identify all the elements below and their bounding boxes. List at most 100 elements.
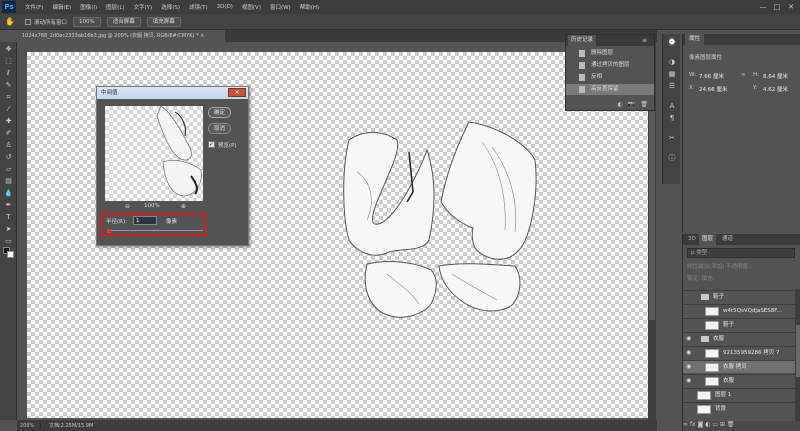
eyedropper-tool-icon[interactable]: ⁄ bbox=[3, 104, 14, 114]
layer-row[interactable]: 鞋子 bbox=[683, 318, 795, 331]
menu-file[interactable]: 文件(F) bbox=[25, 3, 43, 11]
stamp-tool-icon[interactable]: ♙ bbox=[3, 140, 14, 150]
history-panel-icon[interactable]: ⌚ bbox=[667, 38, 677, 47]
visibility-eye-icon[interactable]: ◉ bbox=[686, 363, 691, 370]
layers-footer[interactable]: ∞ fx ◙ ◐ ▭ ⊞ 🗑 bbox=[683, 421, 800, 431]
menu-layer[interactable]: 图层(L) bbox=[106, 3, 124, 11]
tab-channels[interactable]: 通道 bbox=[719, 234, 736, 245]
tab-3d[interactable]: 3D bbox=[685, 234, 699, 245]
layer-group-row[interactable]: ◉ 衣服 bbox=[683, 332, 795, 345]
preview-checkbox[interactable]: ✓ bbox=[208, 141, 215, 148]
menu-type[interactable]: 文字(Y) bbox=[134, 3, 153, 11]
zoom-level[interactable]: 200% bbox=[17, 422, 41, 429]
y-value[interactable]: 4.62 厘米 bbox=[763, 85, 788, 93]
visibility-eye-icon[interactable]: ◉ bbox=[686, 335, 691, 342]
history-item-active[interactable]: 高反差保留 bbox=[566, 84, 654, 95]
menu-edit[interactable]: 编辑(E) bbox=[52, 3, 71, 11]
layer-group-row[interactable]: 鞋子 bbox=[683, 290, 795, 303]
width-value[interactable]: 7.66 厘米 bbox=[699, 72, 724, 80]
adjustments-panel-icon[interactable]: ☰ bbox=[667, 82, 677, 91]
layer-row[interactable]: ◉ 衣服 拷贝 bbox=[683, 360, 795, 373]
tool-presets-icon[interactable]: ✂ bbox=[667, 134, 677, 143]
history-item[interactable]: 反相 bbox=[566, 72, 654, 83]
lock-row[interactable]: 锁定: 填充: bbox=[687, 274, 795, 284]
layers-scrollbar[interactable] bbox=[795, 289, 800, 421]
layer-name: 92135959286 拷贝 7 bbox=[723, 350, 780, 356]
menu-3d[interactable]: 3D(D) bbox=[217, 4, 233, 10]
shape-tool-icon[interactable]: ▭ bbox=[3, 236, 14, 246]
link-icon[interactable]: ∞ bbox=[741, 72, 746, 78]
menu-select[interactable]: 选择(S) bbox=[161, 3, 180, 11]
height-value[interactable]: 8.64 厘米 bbox=[763, 72, 788, 80]
visibility-eye-icon[interactable]: ◉ bbox=[686, 377, 691, 384]
document-tab[interactable]: 1024x768_2d0ec2333ab16b3.jpg @ 200% (衣服 … bbox=[17, 30, 225, 42]
eraser-tool-icon[interactable]: ▱ bbox=[3, 164, 14, 174]
layer-thumbnail bbox=[705, 307, 719, 316]
history-brush-tool-icon[interactable]: ↺ bbox=[3, 152, 14, 162]
zoom-out-icon[interactable]: ⊖ bbox=[125, 203, 130, 210]
history-item[interactable]: 通过拷贝的图层 bbox=[566, 60, 654, 71]
layer-filter[interactable]: p 类型 bbox=[687, 248, 795, 258]
info-panel-icon[interactable]: ⓘ bbox=[667, 154, 677, 163]
tab-history[interactable]: 历史记录 bbox=[568, 35, 597, 46]
layer-row[interactable]: 图层 1 bbox=[683, 388, 795, 401]
brush-tool-icon[interactable]: ✐ bbox=[3, 128, 14, 138]
color-panel-icon[interactable]: ◑ bbox=[667, 58, 677, 67]
history-item[interactable]: 删除图层 bbox=[566, 48, 654, 59]
ok-button[interactable]: 确定 bbox=[208, 107, 231, 118]
crop-tool-icon[interactable]: ⌗ bbox=[3, 92, 14, 102]
fill-screen-button[interactable]: 填充屏幕 bbox=[146, 16, 181, 27]
menu-image[interactable]: 图像(I) bbox=[80, 3, 97, 11]
character-panel-icon[interactable]: A bbox=[667, 102, 677, 111]
marquee-tool-icon[interactable]: ⬚ bbox=[3, 56, 14, 66]
background-color-swatch[interactable] bbox=[7, 251, 14, 258]
layer-row[interactable]: ◉ 衣服 bbox=[683, 374, 795, 387]
dialog-close-button[interactable]: ✕ bbox=[228, 88, 246, 97]
tab-properties[interactable]: 属性 bbox=[685, 34, 705, 45]
window-controls: — □ ✕ bbox=[756, 1, 798, 12]
healing-tool-icon[interactable]: ✚ bbox=[3, 116, 14, 126]
radius-slider[interactable] bbox=[107, 230, 203, 231]
layer-row[interactable]: 背景 bbox=[683, 402, 795, 415]
trash-icon[interactable]: 🗑 bbox=[640, 101, 648, 108]
radius-input[interactable]: 1 bbox=[133, 216, 157, 225]
menu-help[interactable]: 帮助(H) bbox=[300, 3, 319, 11]
paragraph-panel-icon[interactable]: ¶ bbox=[667, 114, 677, 123]
panel-menu-icon[interactable]: ≡ bbox=[642, 35, 647, 46]
menu-view[interactable]: 视图(V) bbox=[242, 3, 261, 11]
scroll-all-windows-checkbox[interactable] bbox=[25, 18, 31, 25]
visibility-eye-icon[interactable]: ◉ bbox=[686, 349, 691, 356]
layer-row[interactable]: w4t5QsVQdjaSES8F... bbox=[683, 304, 795, 317]
close-window-button[interactable]: ✕ bbox=[784, 1, 798, 12]
cancel-button[interactable]: 取消 bbox=[208, 123, 231, 134]
snapshot-camera-icon[interactable]: 📷 bbox=[628, 101, 635, 108]
type-tool-icon[interactable]: T bbox=[3, 212, 14, 222]
quick-select-tool-icon[interactable]: ✎ bbox=[3, 80, 14, 90]
filter-preview[interactable] bbox=[105, 106, 203, 201]
radius-slider-knob[interactable] bbox=[107, 229, 111, 233]
swatches-panel-icon[interactable]: ▦ bbox=[667, 70, 677, 79]
menu-window[interactable]: 窗口(W) bbox=[270, 3, 291, 11]
fit-screen-button[interactable]: 适合屏幕 bbox=[106, 16, 141, 27]
path-select-tool-icon[interactable]: ➤ bbox=[3, 224, 14, 234]
pen-tool-icon[interactable]: ✒ bbox=[3, 200, 14, 210]
zoom-in-icon[interactable]: ⊕ bbox=[181, 203, 186, 210]
minimize-button[interactable]: — bbox=[756, 1, 770, 12]
x-label: X: bbox=[689, 85, 695, 91]
lasso-tool-icon[interactable]: ℓ bbox=[3, 68, 14, 78]
layer-row[interactable]: ◉ 92135959286 拷贝 7 bbox=[683, 346, 795, 359]
zoom-100-button[interactable]: 100% bbox=[73, 16, 101, 27]
tab-layers[interactable]: 图层 bbox=[699, 234, 717, 245]
new-document-from-state-icon[interactable]: ◐ bbox=[618, 101, 623, 108]
layer-thumbnail bbox=[705, 321, 719, 330]
move-tool-icon[interactable]: ✥ bbox=[3, 44, 14, 54]
width-label: W: bbox=[689, 72, 696, 78]
document-tab-close[interactable]: × bbox=[200, 33, 204, 39]
x-value[interactable]: 24.66 厘米 bbox=[699, 85, 728, 93]
blur-tool-icon[interactable]: 💧 bbox=[3, 188, 14, 198]
gradient-tool-icon[interactable]: ▤ bbox=[3, 176, 14, 186]
blend-mode-row[interactable]: 线性减淡(添加) 不透明度: bbox=[687, 262, 795, 272]
maximize-button[interactable]: □ bbox=[770, 1, 784, 12]
menu-filter[interactable]: 滤镜(T) bbox=[189, 3, 208, 11]
layers-scroll-thumb[interactable] bbox=[796, 325, 800, 377]
